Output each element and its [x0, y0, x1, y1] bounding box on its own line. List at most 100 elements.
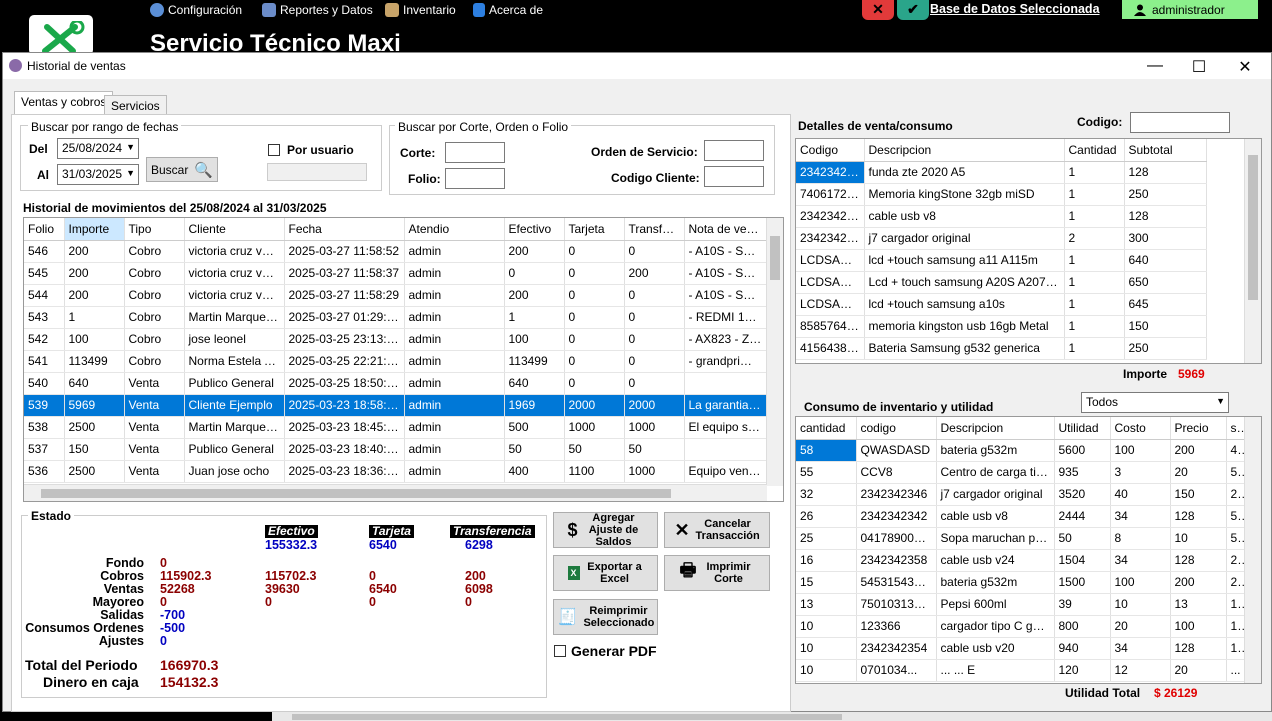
column-header[interactable]: Cantidad [1064, 139, 1125, 162]
table-row[interactable]: 41564384... Bateria Samsung g532 generica… [796, 337, 1207, 360]
table-row[interactable]: 32 2342342346 j7 cargador original 3520 40 15… [796, 483, 1247, 506]
imprimir-corte-button[interactable]: 🖶 Imprimir Corte [664, 555, 770, 591]
table-row[interactable]: 15 5453154351... bateria g532m 1500 100 200 29… [796, 571, 1247, 594]
menu-inventario[interactable]: Inventario [385, 1, 456, 19]
table-row[interactable]: 58QWASDASDbateria g532m5600100200433 [796, 439, 1247, 462]
table-row[interactable]: 541 113499 Cobro Norma Estela Alv... 2025-03… [24, 350, 767, 373]
por-usuario-checkbox[interactable] [268, 144, 280, 156]
table-row[interactable]: 10 123366 cargador tipo C gen... 800 20 100 10… [796, 615, 1247, 638]
table-row[interactable]: 2342342352 funda zte 2020 A5 1 128 [796, 161, 1207, 184]
table-cell: 1 [1064, 161, 1125, 184]
table-row[interactable]: 85857645... memoria kingston usb 16gb Met… [796, 315, 1207, 338]
menu-acerca[interactable]: Acerca de [473, 1, 543, 19]
table-row[interactable]: LCDSAMA... lcd +touch samsung a10s 1 645 [796, 293, 1207, 316]
table-row[interactable]: 536 2500 Venta Juan jose ocho 2025-03-23 18:… [24, 460, 767, 483]
column-header[interactable]: su [1226, 417, 1247, 440]
table-row[interactable]: 10 0701034... ... ... E 120 12 20... [796, 659, 1247, 682]
table-cell: LCDSAMA... [796, 293, 865, 316]
buscar-button[interactable]: Buscar 🔍 [146, 157, 218, 182]
column-header[interactable]: Importe [64, 218, 125, 241]
table-cell: 2342342342 [856, 505, 937, 528]
column-header[interactable]: Descripcion [936, 417, 1055, 440]
bottom-hscroll[interactable] [272, 712, 1272, 721]
table-row[interactable]: 538 2500 Venta Martin Marquez C... 2025-03-2… [24, 416, 767, 439]
column-header[interactable]: Fecha [284, 218, 405, 241]
column-header[interactable]: Codigo [796, 139, 865, 162]
estado-cell: 115902.3 [160, 569, 212, 583]
generar-pdf-checkbox[interactable] [554, 645, 566, 657]
menu-configuracion[interactable]: Configuración [150, 1, 242, 19]
table-row[interactable]: 2342342346 j7 cargador original 2 300 [796, 227, 1207, 250]
menu-reportes[interactable]: Reportes y Datos [262, 1, 373, 19]
agregar-ajuste-button[interactable]: $ Agregar Ajuste de Saldos [553, 512, 658, 548]
table-cell: 13 [796, 593, 857, 616]
table-row[interactable]: 162342342358cable usb v24150434128253 [796, 549, 1247, 572]
history-hscroll[interactable] [24, 484, 767, 501]
table-row[interactable]: 25 041789001864 Sopa maruchan pikin 50 8 10 57… [796, 527, 1247, 550]
table-row[interactable]: 544 200 Cobro victoria cruz vale... 2025-03-… [24, 284, 767, 307]
al-date-picker[interactable]: 31/03/2025 ▼ [57, 164, 139, 185]
history-vscroll[interactable] [766, 218, 783, 486]
del-date-picker[interactable]: 25/08/2024 ▼ [57, 138, 139, 159]
exportar-excel-button[interactable]: X Exportar a Excel [553, 555, 658, 591]
column-header[interactable]: cantidad [796, 417, 857, 440]
orden-input[interactable] [704, 140, 764, 161]
table-cell: 433 [1226, 439, 1247, 462]
tab-ventas[interactable]: Ventas y cobros [14, 91, 114, 115]
table-row[interactable]: 545 200 Cobro victoria cruz vale... 2025-03-… [24, 262, 767, 285]
table-row[interactable]: 546 200 Cobro victoria cruz vale... 2025-03-… [24, 240, 767, 263]
corte-input[interactable] [445, 142, 505, 163]
table-cell: 15 [796, 571, 857, 594]
report-icon [262, 3, 276, 17]
column-header[interactable]: Precio [1170, 417, 1227, 440]
cancelar-transaccion-button[interactable]: ✕ Cancelar Transacción [664, 512, 770, 548]
estado-cell: Consumos Ordenes [25, 621, 144, 635]
maximize-button[interactable]: ☐ [1189, 57, 1209, 77]
table-cell: 2000 [624, 394, 685, 417]
estado-cell: 0 [369, 569, 376, 583]
column-header[interactable]: Tipo [124, 218, 185, 241]
column-header[interactable]: Transferen [624, 218, 685, 241]
reimprimir-button[interactable]: 🧾 Reimprimir Seleccionado [553, 599, 658, 635]
table-row[interactable]: 55CCV8Centro de carga tip...935320505 [796, 461, 1247, 484]
table-row[interactable]: 74061727... Memoria kingStone 32gb miSD 1 2… [796, 183, 1207, 206]
column-header[interactable]: Cliente [184, 218, 285, 241]
detalles-vscroll[interactable] [1244, 139, 1261, 363]
table-row[interactable]: 539 5969 Venta Cliente Ejemplo 2025-03-23 18… [24, 394, 767, 417]
table-row[interactable]: 540 640 Venta Publico General 2025-03-25 18:… [24, 372, 767, 395]
consumo-filter-select[interactable]: Todos ▼ [1081, 392, 1229, 413]
table-row[interactable]: 542 100 Cobro jose leonel 2025-03-25 23:13:… [24, 328, 767, 351]
table-row[interactable]: 262342342342cable usb v8244434128522 [796, 505, 1247, 528]
table-row[interactable]: 543 1 Cobro Martin Marquez C... 2025-03-27 0… [24, 306, 767, 329]
user-select[interactable] [267, 163, 367, 181]
column-header[interactable]: Tarjeta [564, 218, 625, 241]
minimize-button[interactable]: — [1145, 57, 1165, 75]
table-cell: 1000 [564, 416, 625, 439]
consumo-vscroll[interactable] [1244, 417, 1261, 683]
tab-servicios[interactable]: Servicios [104, 95, 167, 115]
column-header[interactable]: codigo [856, 417, 937, 440]
column-header[interactable]: Atendio [404, 218, 505, 241]
folio-input[interactable] [445, 168, 505, 189]
window-close-button[interactable]: ✕ [1235, 57, 1255, 77]
table-row[interactable]: 137501031310...Pepsi 600ml391013188 [796, 593, 1247, 616]
table-row[interactable]: 537 150 Venta Publico General 2025-03-23 18:… [24, 438, 767, 461]
column-header[interactable]: Subtotal [1124, 139, 1207, 162]
column-header[interactable]: Costo [1110, 417, 1171, 440]
close-db-button[interactable]: ✕ [862, 0, 894, 20]
cliente-input[interactable] [704, 166, 764, 187]
window-titlebar: Historial de ventas — ☐ ✕ [3, 53, 1271, 79]
table-row[interactable]: LCDSAMA... Lcd + touch samsung A20S A207 … [796, 271, 1207, 294]
column-header[interactable]: Nota de venta [684, 218, 767, 241]
table-cell: 10 [1170, 527, 1227, 550]
table-row[interactable]: LCDSAMA... lcd +touch samsung a11 A115m 1 6… [796, 249, 1207, 272]
column-header[interactable]: Utilidad [1054, 417, 1111, 440]
table-row[interactable]: 2342342342 cable usb v8 1 128 [796, 205, 1207, 228]
column-header[interactable]: Efectivo [504, 218, 565, 241]
column-header[interactable]: Folio [24, 218, 65, 241]
table-row[interactable]: 102342342354cable usb v2094034128128 [796, 637, 1247, 660]
codigo-input[interactable] [1130, 112, 1230, 133]
confirm-db-button[interactable]: ✔ [897, 0, 929, 20]
column-header[interactable]: Descripcion [864, 139, 1065, 162]
user-badge[interactable]: administrador [1122, 0, 1258, 19]
